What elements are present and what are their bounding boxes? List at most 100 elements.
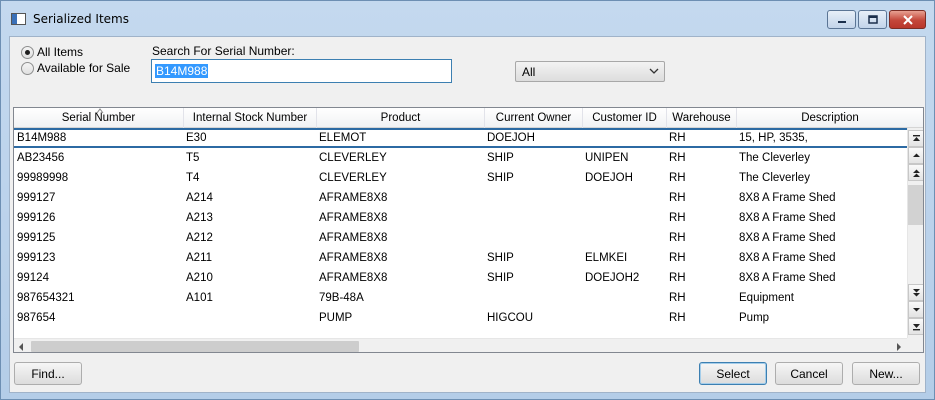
- cell-serial-number: 99124: [17, 272, 49, 284]
- title-bar[interactable]: Serialized Items: [1, 1, 934, 37]
- scroll-page-down-button[interactable]: [908, 284, 923, 301]
- horizontal-scrollbar[interactable]: [14, 338, 907, 352]
- double-chevron-down-icon: [912, 288, 920, 296]
- cancel-button[interactable]: Cancel: [775, 362, 843, 385]
- filter-dropdown-value: All: [522, 65, 536, 79]
- cell-warehouse: RH: [669, 312, 686, 324]
- table-row[interactable]: B14M988 E30 ELEMOT DOEJOH RH 15, HP, 3535,: [14, 128, 907, 148]
- table-row[interactable]: 999125 A212 AFRAME8X8 RH 8X8 A Frame Shed: [14, 228, 907, 248]
- cell-description: The Cleverley: [739, 152, 810, 164]
- cell-warehouse: RH: [669, 192, 686, 204]
- cell-internal-stock-number: A211: [186, 252, 213, 264]
- select-button[interactable]: Select: [699, 362, 767, 385]
- cell-customer-id: DOEJOH2: [585, 272, 640, 284]
- table-row[interactable]: AB23456 T5 CLEVERLEY SHIP UNIPEN RH The Clever…: [14, 148, 907, 168]
- column-header-product[interactable]: Product: [317, 108, 485, 128]
- column-header-internal-stock-number[interactable]: Internal Stock Number: [184, 108, 317, 128]
- cell-product: 79B-48A: [319, 292, 364, 304]
- cell-warehouse: RH: [669, 252, 686, 264]
- cell-customer-id: [585, 188, 666, 208]
- table-row[interactable]: 999126 A213 AFRAME8X8 RH 8X8 A Frame Shed: [14, 208, 907, 228]
- cell-internal-stock-number: A210: [186, 272, 213, 284]
- cell-customer-id: UNIPEN: [585, 152, 629, 164]
- table-row[interactable]: 987654 PUMP HIGCOU RH Pump: [14, 308, 907, 328]
- all-items-label: All Items: [37, 45, 84, 59]
- cell-warehouse: RH: [669, 132, 686, 144]
- available-for-sale-radio-button[interactable]: [21, 61, 34, 75]
- chevron-up-icon: [912, 153, 920, 157]
- column-header-warehouse[interactable]: Warehouse: [667, 108, 737, 128]
- cell-current-owner: HIGCOU: [487, 312, 533, 324]
- cell-current-owner: DOEJOH: [487, 132, 535, 144]
- chevron-right-icon[interactable]: [895, 343, 902, 351]
- cell-product: CLEVERLEY: [319, 152, 387, 164]
- serialized-items-window: Serialized Items All Items Available for…: [0, 0, 935, 400]
- table-row[interactable]: 987654321 A101 79B-48A RH Equipment: [14, 288, 907, 308]
- cell-customer-id: [585, 128, 666, 148]
- table-row[interactable]: 999123 A211 AFRAME8X8 SHIP ELMKEI RH 8X8 A Fra…: [14, 248, 907, 268]
- cell-warehouse: RH: [669, 292, 686, 304]
- cell-serial-number: AB23456: [17, 152, 65, 164]
- cell-product: AFRAME8X8: [319, 232, 388, 244]
- scrollbar-corner: [907, 338, 923, 352]
- cell-current-owner: SHIP: [487, 152, 514, 164]
- vertical-scrollbar[interactable]: [907, 128, 923, 338]
- minimize-button[interactable]: [827, 10, 856, 29]
- sort-ascending-icon: [96, 108, 104, 114]
- cell-description: 8X8 A Frame Shed: [739, 272, 836, 284]
- cell-current-owner: [487, 188, 582, 208]
- cell-product: AFRAME8X8: [319, 192, 388, 204]
- table-row[interactable]: 99989998 T4 CLEVERLEY SHIP DOEJOH RH The Cleve…: [14, 168, 907, 188]
- cell-internal-stock-number: E30: [186, 132, 207, 144]
- scroll-up-button[interactable]: [908, 147, 923, 164]
- window-title: Serialized Items: [33, 12, 129, 26]
- column-header-current-owner[interactable]: Current Owner: [485, 108, 583, 128]
- cell-serial-number: B14M988: [17, 132, 67, 144]
- minimize-icon: [837, 20, 846, 23]
- maximize-button[interactable]: [858, 10, 887, 29]
- horizontal-scroll-thumb[interactable]: [31, 341, 359, 352]
- scroll-page-up-button[interactable]: [908, 164, 923, 181]
- table-row[interactable]: 999127 A214 AFRAME8X8 RH 8X8 A Frame Shed: [14, 188, 907, 208]
- filter-dropdown[interactable]: All: [515, 61, 665, 82]
- scroll-thumb[interactable]: [908, 185, 923, 225]
- cell-serial-number: 999126: [17, 212, 56, 224]
- cell-description: Pump: [739, 312, 770, 324]
- find-button[interactable]: Find...: [14, 362, 82, 385]
- scroll-to-bottom-button[interactable]: [908, 318, 923, 335]
- cell-customer-id: [585, 308, 666, 328]
- serial-search-input[interactable]: B14M988: [151, 59, 452, 83]
- scroll-to-top-button[interactable]: [908, 130, 923, 147]
- cell-current-owner: SHIP: [487, 252, 514, 264]
- cell-serial-number: 999125: [17, 232, 56, 244]
- cell-internal-stock-number: T5: [186, 152, 200, 164]
- available-for-sale-radio[interactable]: Available for Sale: [21, 61, 130, 75]
- all-items-radio[interactable]: All Items: [21, 45, 83, 59]
- grid-header: Serial Number Internal Stock Number Prod…: [14, 108, 923, 128]
- column-header-customer-id[interactable]: Customer ID: [583, 108, 667, 128]
- window-app-icon: [11, 13, 26, 25]
- cell-description: 8X8 A Frame Shed: [739, 232, 836, 244]
- close-button[interactable]: [889, 10, 926, 29]
- chevron-left-icon[interactable]: [18, 343, 25, 351]
- cell-current-owner: [487, 288, 582, 308]
- scroll-down-button[interactable]: [908, 301, 923, 318]
- cell-serial-number: 99989998: [17, 172, 69, 184]
- cell-serial-number: 999123: [17, 252, 56, 264]
- double-chevron-up-icon: [912, 169, 920, 177]
- all-items-radio-button[interactable]: [21, 45, 34, 59]
- cell-internal-stock-number: A101: [186, 292, 213, 304]
- new-button[interactable]: New...: [852, 362, 920, 385]
- cell-serial-number: 987654: [17, 312, 56, 324]
- cell-product: AFRAME8X8: [319, 212, 388, 224]
- column-header-description[interactable]: Description: [737, 108, 923, 128]
- cell-current-owner: [487, 228, 582, 248]
- cell-current-owner: [487, 208, 582, 228]
- cell-internal-stock-number: T4: [186, 172, 200, 184]
- cell-internal-stock-number: A212: [186, 232, 213, 244]
- table-row[interactable]: 99124 A210 AFRAME8X8 SHIP DOEJOH2 RH 8X8 A Fra…: [14, 268, 907, 288]
- chevron-down-icon: [912, 308, 920, 312]
- cell-customer-id: [585, 288, 666, 308]
- serial-items-grid[interactable]: Serial Number Internal Stock Number Prod…: [13, 107, 924, 353]
- cell-customer-id: [585, 228, 666, 248]
